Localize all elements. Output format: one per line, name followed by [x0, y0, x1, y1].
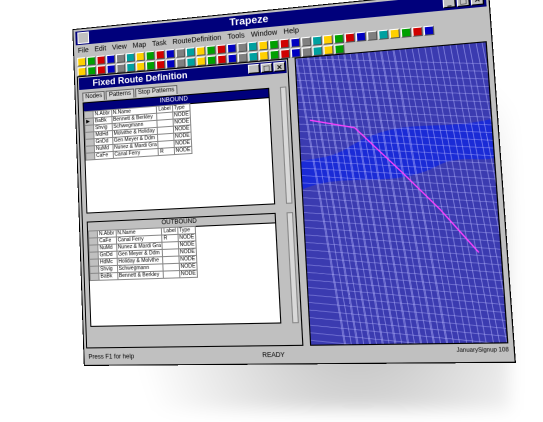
table-cell[interactable]: CaFe: [95, 151, 113, 159]
minimize-icon[interactable]: _: [442, 0, 456, 8]
menu-edit[interactable]: Edit: [94, 45, 106, 53]
map-pane[interactable]: [294, 41, 508, 346]
toolbar-button[interactable]: [290, 38, 300, 48]
toolbar-button[interactable]: [96, 55, 105, 65]
toolbar-button[interactable]: [334, 34, 344, 44]
app-window: Trapeze _ □ × File Edit View Map Task Ro…: [72, 0, 516, 366]
column-header[interactable]: Label: [162, 227, 178, 235]
outbound-table: N.Abbr N.Name Label Type CaFe Canal Ferry R NOD…: [88, 226, 198, 281]
table-cell[interactable]: NODE: [174, 146, 192, 154]
menu-file[interactable]: File: [78, 47, 89, 55]
toolbar-button[interactable]: [176, 48, 186, 58]
toolbar-button[interactable]: [227, 43, 237, 53]
toolbar-button[interactable]: [146, 51, 155, 61]
table-cell[interactable]: Bennett & Berkley: [117, 271, 164, 280]
child-maximize-icon[interactable]: □: [260, 63, 272, 73]
toolbar-button[interactable]: [389, 28, 400, 38]
toolbar-button[interactable]: [423, 25, 434, 36]
toolbar-button[interactable]: [367, 31, 378, 41]
toolbar-button[interactable]: [280, 39, 290, 49]
toolbar-button[interactable]: [116, 54, 125, 64]
toolbar-button[interactable]: [301, 37, 311, 47]
table-cell[interactable]: NODE: [179, 263, 197, 271]
toolbar-button[interactable]: [77, 57, 86, 67]
toolbar-button[interactable]: [280, 49, 290, 59]
toolbar-button[interactable]: [206, 45, 216, 55]
toolbar-button[interactable]: [258, 40, 268, 50]
menu-task[interactable]: Task: [152, 40, 167, 48]
table-cell[interactable]: NODE: [178, 241, 196, 249]
toolbar-button[interactable]: [217, 44, 227, 54]
outbound-grid: OUTBOUND N.Abbr N.Name Label Type CaFe Canal …: [87, 213, 282, 327]
close-icon[interactable]: ×: [470, 0, 484, 6]
fixed-route-window: Fixed Route Definition _ □ × Nodes Patte…: [77, 58, 304, 348]
toolbar-button[interactable]: [312, 36, 322, 46]
status-help: Press F1 for help: [88, 353, 134, 363]
maximize-icon[interactable]: □: [456, 0, 470, 7]
toolbar-button[interactable]: [196, 46, 206, 56]
menu-tools[interactable]: Tools: [227, 32, 244, 41]
toolbar-button[interactable]: [136, 52, 145, 62]
table-cell[interactable]: NODE: [179, 270, 197, 278]
toolbar-button[interactable]: [237, 42, 247, 52]
inbound-grid: INBOUND N.Abbr N.Name Label Type ▶ BaBk Bennet…: [83, 88, 276, 214]
toolbar-button[interactable]: [166, 49, 175, 59]
toolbar-button[interactable]: [345, 33, 356, 43]
table-cell[interactable]: R: [158, 147, 174, 155]
toolbar-button[interactable]: [156, 50, 165, 60]
status-ready: READY: [262, 351, 285, 361]
table-cell[interactable]: [163, 271, 179, 279]
table-cell[interactable]: NODE: [178, 234, 196, 242]
outbound-scrollbar[interactable]: [286, 212, 298, 323]
table-cell[interactable]: NODE: [179, 255, 197, 263]
menu-help[interactable]: Help: [283, 27, 299, 36]
row-selector[interactable]: [90, 273, 99, 280]
table-cell[interactable]: BaBk: [99, 273, 118, 281]
inbound-scrollbar[interactable]: [280, 86, 293, 203]
row-selector[interactable]: [86, 153, 95, 161]
toolbar-button[interactable]: [323, 35, 333, 45]
inbound-table: N.Abbr N.Name Label Type ▶ BaBk Bennett & Berk…: [84, 103, 193, 161]
city-map[interactable]: [296, 42, 509, 346]
menu-view[interactable]: View: [112, 43, 127, 51]
toolbar-button[interactable]: [412, 26, 423, 36]
toolbar-button[interactable]: [269, 40, 279, 50]
child-close-icon[interactable]: ×: [273, 62, 285, 72]
toolbar-button[interactable]: [356, 32, 367, 42]
table-cell[interactable]: NODE: [178, 248, 196, 256]
menu-map[interactable]: Map: [133, 42, 147, 50]
status-bar: Press F1 for help READY: [86, 349, 512, 363]
toolbar-button[interactable]: [106, 54, 115, 64]
column-header[interactable]: N.Abbr: [97, 230, 116, 238]
toolbar-button[interactable]: [186, 47, 196, 57]
menu-window[interactable]: Window: [251, 29, 278, 39]
toolbar-button[interactable]: [126, 53, 135, 63]
toolbar-button[interactable]: [401, 27, 412, 37]
toolbar-button[interactable]: [87, 56, 96, 66]
land-mass: [296, 42, 509, 346]
child-minimize-icon[interactable]: _: [248, 64, 260, 74]
toolbar-button[interactable]: [378, 29, 389, 39]
toolbar-button[interactable]: [248, 41, 258, 51]
